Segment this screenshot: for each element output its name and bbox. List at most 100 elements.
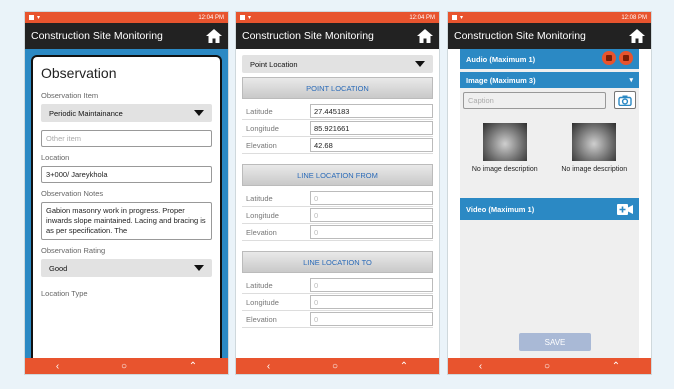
back-button[interactable]: ‹ xyxy=(479,361,482,372)
observation-rating-select[interactable]: Good xyxy=(41,259,212,277)
dropdown-caret-icon xyxy=(194,265,204,271)
dropdown-caret-icon xyxy=(415,61,425,67)
observation-screen: Observation Observation Item Periodic Ma… xyxy=(25,49,228,358)
field-label: Longitude xyxy=(246,210,279,220)
home-button[interactable]: ○ xyxy=(332,361,338,372)
app-title: Construction Site Monitoring xyxy=(454,30,586,42)
to-elevation-input[interactable]: 0 xyxy=(310,312,433,326)
phone-location: ▾ 12:04 PM Construction Site Monitoring … xyxy=(236,12,439,374)
recent-button[interactable]: ⌃ xyxy=(189,361,197,372)
field-label: Latitude xyxy=(246,280,273,290)
notification-icon xyxy=(452,15,457,20)
home-icon[interactable] xyxy=(629,29,645,43)
video-section-bar: Video (Maximum 1) xyxy=(460,198,639,220)
camera-icon[interactable] xyxy=(614,91,636,109)
to-row-elevation: Elevation 0 xyxy=(242,311,433,328)
status-bar: ▾ 12:04 PM xyxy=(236,12,439,23)
status-bar: ▾ 12:04 PM xyxy=(25,12,228,23)
app-title: Construction Site Monitoring xyxy=(31,30,163,42)
observation-notes-label: Observation Notes xyxy=(41,189,104,198)
wifi-icon: ▾ xyxy=(37,15,41,21)
image-description: No image description xyxy=(561,166,628,173)
to-row-latitude: Latitude 0 xyxy=(242,277,433,294)
image-gallery: No image description No image descriptio… xyxy=(460,123,639,174)
point-row-elevation: Elevation 42.68 xyxy=(242,137,433,154)
image-slot[interactable]: No image description xyxy=(467,123,543,174)
from-row-longitude: Longitude 0 xyxy=(242,207,433,224)
notification-icon xyxy=(240,15,245,20)
field-label: Elevation xyxy=(246,314,277,324)
observation-notes-textarea[interactable]: Gabion masonry work in progress. Proper … xyxy=(41,202,212,240)
wifi-icon: ▾ xyxy=(460,15,464,21)
observation-rating-value: Good xyxy=(49,263,68,273)
nav-bar: ‹ ○ ⌃ xyxy=(25,358,228,374)
home-button[interactable]: ○ xyxy=(121,361,127,372)
location-type-select[interactable]: Point Location xyxy=(242,55,433,73)
image-label: Image (Maximum 3) xyxy=(466,75,536,85)
to-longitude-input[interactable]: 0 xyxy=(310,295,433,309)
location-input[interactable]: 3+000/ Jareykhola xyxy=(41,166,212,183)
from-elevation-input[interactable]: 0 xyxy=(310,225,433,239)
nav-bar: ‹ ○ ⌃ xyxy=(236,358,439,374)
point-row-longitude: Longitude 85.921661 xyxy=(242,120,433,137)
home-icon[interactable] xyxy=(206,29,222,43)
point-row-latitude: Latitude 27.445183 xyxy=(242,103,433,120)
recent-button[interactable]: ⌃ xyxy=(612,361,620,372)
home-icon[interactable] xyxy=(417,29,433,43)
observation-rating-label: Observation Rating xyxy=(41,246,106,255)
media-screen: Audio (Maximum 1) Image (Maximum 3) ▾ Ca… xyxy=(448,49,651,358)
latitude-input[interactable]: 27.445183 xyxy=(310,104,433,118)
add-video-icon[interactable] xyxy=(617,203,633,215)
save-button[interactable]: SAVE xyxy=(519,333,591,351)
home-button[interactable]: ○ xyxy=(544,361,550,372)
image-thumbnail xyxy=(572,123,617,161)
location-screen: Point Location POINT LOCATION Latitude 27… xyxy=(236,49,439,358)
elevation-input[interactable]: 42.68 xyxy=(310,138,433,152)
app-bar: Construction Site Monitoring xyxy=(448,23,651,49)
caption-input[interactable]: Caption xyxy=(463,91,606,109)
image-description: No image description xyxy=(471,166,538,173)
status-bar: ▾ 12:08 PM xyxy=(448,12,651,23)
image-thumbnail xyxy=(482,123,527,161)
record-audio-icon[interactable] xyxy=(602,51,616,65)
field-label: Elevation xyxy=(246,227,277,237)
observation-item-label: Observation Item xyxy=(41,91,99,100)
location-type-label: Location Type xyxy=(41,289,88,298)
app-bar: Construction Site Monitoring xyxy=(236,23,439,49)
wifi-icon: ▾ xyxy=(248,15,252,21)
phone-media: ▾ 12:08 PM Construction Site Monitoring … xyxy=(448,12,651,374)
app-bar: Construction Site Monitoring xyxy=(25,23,228,49)
image-slot[interactable]: No image description xyxy=(556,123,632,174)
audio-section-bar: Audio (Maximum 1) xyxy=(460,49,639,69)
from-row-latitude: Latitude 0 xyxy=(242,190,433,207)
nav-bar: ‹ ○ ⌃ xyxy=(448,358,651,374)
from-longitude-input[interactable]: 0 xyxy=(310,208,433,222)
recent-button[interactable]: ⌃ xyxy=(400,361,408,372)
from-latitude-input[interactable]: 0 xyxy=(310,191,433,205)
record-stop-icon[interactable] xyxy=(619,51,633,65)
other-item-input[interactable]: Other item xyxy=(41,130,212,147)
point-location-header: POINT LOCATION xyxy=(242,77,433,99)
to-row-longitude: Longitude 0 xyxy=(242,294,433,311)
back-button[interactable]: ‹ xyxy=(267,361,270,372)
video-label: Video (Maximum 1) xyxy=(466,204,535,214)
expand-icon[interactable]: ▾ xyxy=(629,76,633,84)
back-button[interactable]: ‹ xyxy=(56,361,59,372)
dropdown-caret-icon xyxy=(194,110,204,116)
image-section-bar: Image (Maximum 3) ▾ xyxy=(460,72,639,88)
location-label: Location xyxy=(41,153,70,162)
location-type-value: Point Location xyxy=(250,59,298,69)
observation-item-value: Periodic Maintainance xyxy=(49,108,123,118)
observation-heading: Observation xyxy=(41,65,117,81)
to-latitude-input[interactable]: 0 xyxy=(310,278,433,292)
line-from-header: LINE LOCATION FROM xyxy=(242,164,433,186)
longitude-input[interactable]: 85.921661 xyxy=(310,121,433,135)
field-label: Elevation xyxy=(246,140,277,150)
status-time: 12:08 PM xyxy=(621,14,647,21)
app-title: Construction Site Monitoring xyxy=(242,30,374,42)
from-row-elevation: Elevation 0 xyxy=(242,224,433,241)
field-label: Longitude xyxy=(246,123,279,133)
audio-label: Audio (Maximum 1) xyxy=(466,54,536,64)
observation-item-select[interactable]: Periodic Maintainance xyxy=(41,104,212,122)
field-label: Latitude xyxy=(246,193,273,203)
